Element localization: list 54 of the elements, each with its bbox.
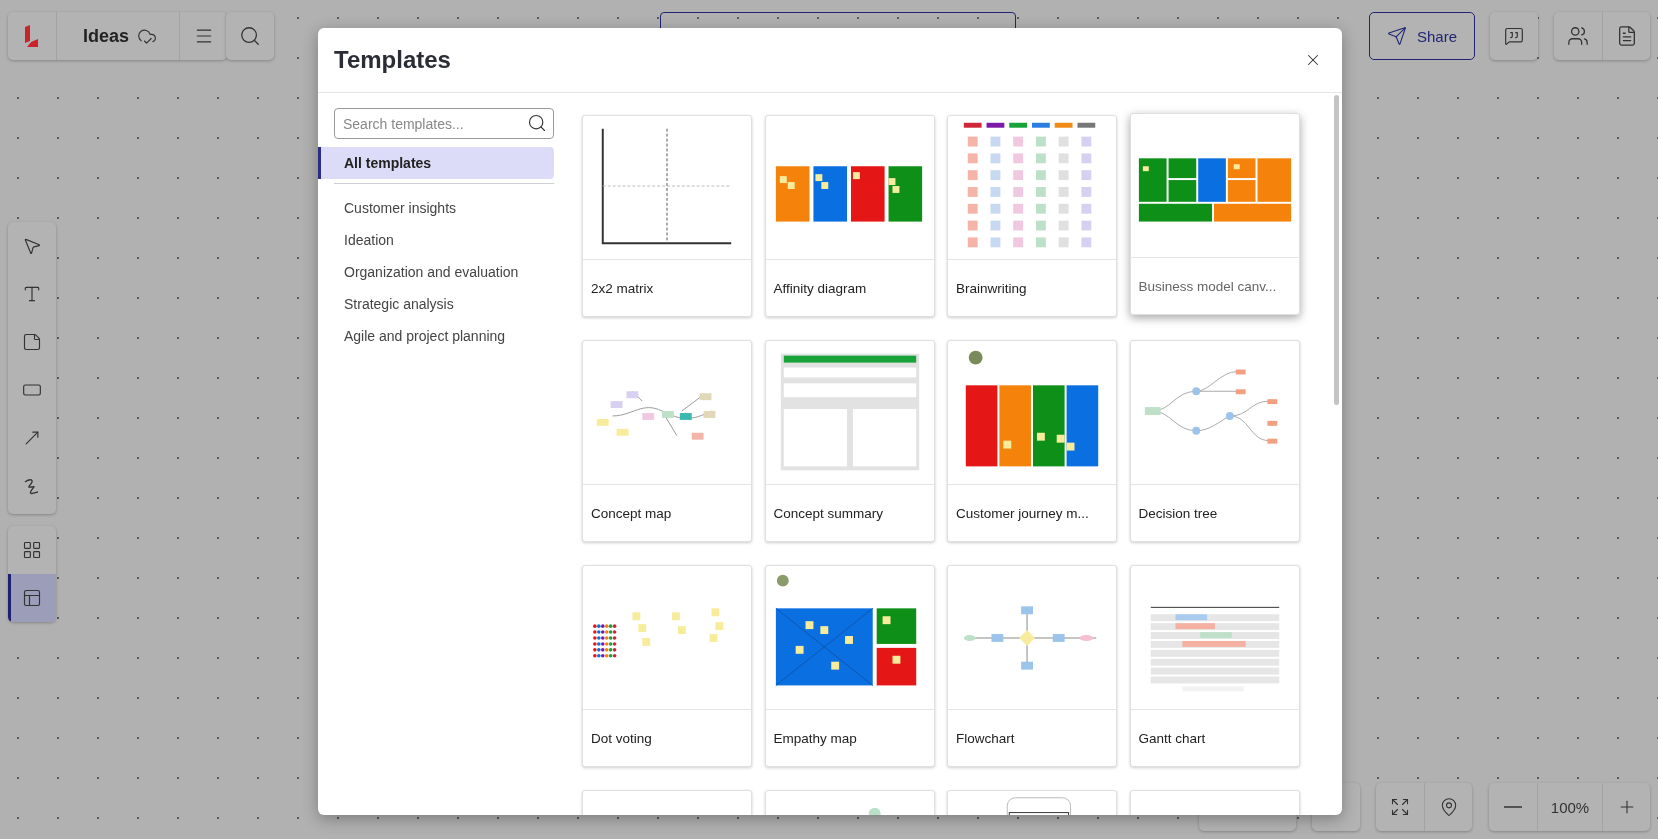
category-item[interactable]: Customer insights [318, 192, 554, 224]
template-card[interactable]: Customer journey m... [947, 340, 1117, 542]
board-name-button[interactable]: Ideas [56, 12, 180, 60]
template-card[interactable]: 2x2 matrix [582, 115, 752, 317]
template-name: Concept summary [765, 484, 934, 541]
template-name: Concept map [583, 484, 751, 541]
template-card[interactable]: Affinity diagram [764, 115, 935, 317]
scrollbar[interactable] [1334, 95, 1339, 405]
template-preview-drawing [1006, 797, 1072, 815]
comment-icon [1504, 26, 1524, 46]
zoom-level: 100% [1550, 798, 1590, 816]
share-button[interactable]: Share [1369, 12, 1475, 60]
text-icon [22, 284, 42, 304]
template-name: Empathy map [765, 709, 934, 766]
template-name: Brainwriting [948, 259, 1116, 316]
template-panel-icon [22, 588, 42, 608]
template-preview-drawing [868, 807, 881, 815]
search-field[interactable]: Search templates... [334, 108, 554, 139]
minus-icon [1504, 806, 1522, 808]
panel-button[interactable] [8, 574, 56, 622]
category-item[interactable]: All templates [318, 147, 554, 179]
template-card[interactable]: Gantt chart [1129, 565, 1300, 767]
cloud-check-icon [137, 26, 158, 46]
category-item[interactable]: Agile and project planning [318, 320, 554, 352]
category-item[interactable]: Strategic analysis [318, 288, 554, 320]
paper-plane-icon [1387, 26, 1407, 46]
template-card[interactable]: Concept map [582, 340, 752, 542]
template-card[interactable]: Flowchart [947, 565, 1117, 767]
sticky-note-icon [22, 332, 42, 352]
template-name: Affinity diagram [765, 259, 934, 316]
category-item[interactable]: Ideation [318, 224, 554, 256]
template-name: Gantt chart [1130, 709, 1299, 766]
template-name: Decision tree [1130, 484, 1299, 541]
expand-icon [1390, 797, 1410, 817]
template-name: 2x2 matrix [583, 259, 751, 316]
template-name: Dot voting [583, 709, 751, 766]
template-card[interactable]: Concept summary [764, 340, 935, 542]
logo-icon [24, 25, 40, 47]
board-name: Ideas [83, 25, 130, 47]
template-card[interactable]: Dot voting [582, 565, 752, 767]
search-icon [239, 25, 261, 47]
template-card[interactable]: Brainwriting [947, 115, 1117, 317]
people-icon [1567, 25, 1589, 47]
template-name: Flowchart [948, 709, 1116, 766]
template-name: Business model canv... [1130, 257, 1299, 314]
template-card[interactable]: Business model canv... [1129, 113, 1300, 315]
template-card[interactable]: Empathy map [764, 565, 935, 767]
dialog-title: Templates [334, 46, 451, 74]
template-card[interactable]: Decision tree [1129, 340, 1300, 542]
template-name: Customer journey m... [948, 484, 1116, 541]
category-item[interactable]: Organization and evaluation [318, 256, 554, 288]
grid-icon [22, 540, 42, 560]
search-icon [527, 113, 547, 133]
pointer-icon [22, 236, 42, 256]
